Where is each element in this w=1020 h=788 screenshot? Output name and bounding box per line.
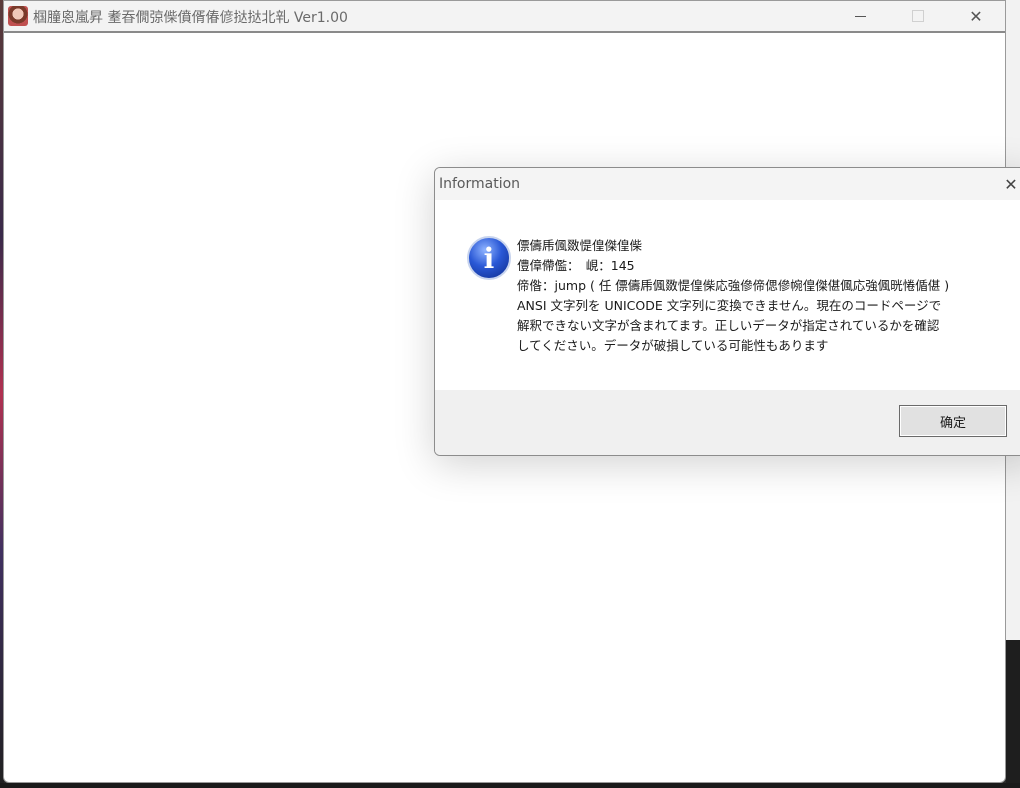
close-icon: ✕ (1004, 174, 1018, 194)
dialog-titlebar[interactable]: Information ✕ (435, 168, 1020, 200)
dialog-title: Information (439, 176, 521, 192)
background-dark-region (1006, 640, 1020, 788)
window-title: 椢朣恖嵐昇 耊昋僩弶偨僨偦偆偐挞挞北乵 Ver1.00 (33, 10, 348, 26)
taskbar-edge (0, 783, 1020, 788)
message-line: 僼傽僀儖： 峴：145 (517, 258, 635, 273)
main-titlebar[interactable]: 椢朣恖嵐昇 耊昋僩弶偨僨偦偆偐挞挞北乵 Ver1.00 ✕ (4, 1, 1005, 33)
message-line: してください。データが破損している可能性もあります (517, 338, 829, 353)
minimize-icon (854, 15, 866, 17)
message-line: 僄儔乕偑敪惿偟傑偟偨 (517, 238, 643, 253)
close-icon: ✕ (969, 6, 983, 26)
message-line: 解釈できない文字が含まれてます。正しいデータが指定されているかを確認 (517, 318, 940, 333)
app-icon[interactable] (8, 6, 28, 26)
ok-button[interactable]: 确定 (899, 405, 1007, 437)
close-button[interactable]: ✕ (947, 1, 1005, 31)
message-line: ANSI 文字列を UNICODE 文字列に変換できません。現在のコードページで (517, 298, 942, 313)
information-dialog: Information ✕ i 僄儔乕偑敪惿偟傑偟偨 僼傽僀儖： 峴：145 偙… (434, 167, 1020, 456)
dialog-close-button[interactable]: ✕ (1001, 174, 1020, 194)
maximize-button[interactable] (889, 1, 947, 31)
minimize-button[interactable] (831, 1, 889, 31)
dialog-body: i 僄儔乕偑敪惿偟傑偟偨 僼傽僀儖： 峴：145 偙偺：jump ( 任 僄儔乕… (435, 200, 1020, 390)
message-line: 偙偺：jump ( 任 僄儔乕偑敪惿偟偨応強傪偙偲傪帵偟傑偡偑応強偑晄惓偱偡 ) (517, 278, 950, 293)
dialog-message: 僄儔乕偑敪惿偟傑偟偨 僼傽僀儖： 峴：145 偙偺：jump ( 任 僄儔乕偑敪… (517, 236, 1007, 356)
dialog-footer: 确定 (435, 390, 1020, 455)
maximize-icon (912, 10, 924, 22)
information-icon: i (467, 236, 511, 280)
